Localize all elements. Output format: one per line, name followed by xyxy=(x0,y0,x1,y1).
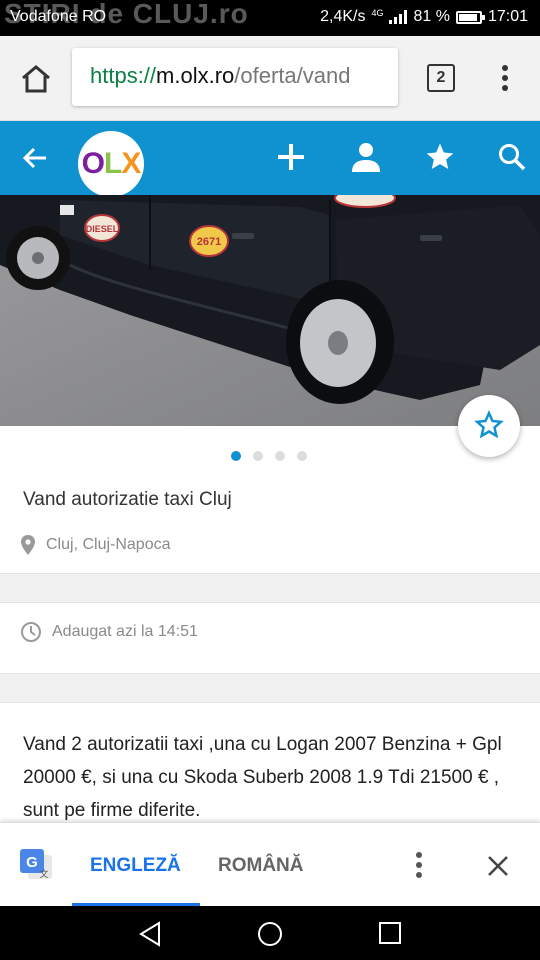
tabs-button[interactable]: 2 xyxy=(427,64,455,92)
google-translate-icon: G 文 xyxy=(20,849,52,879)
location-pin-icon xyxy=(21,535,35,555)
svg-text:文: 文 xyxy=(39,868,48,879)
browser-toolbar: https://m.olx.ro/oferta/vand 2 xyxy=(0,36,540,121)
account-icon[interactable] xyxy=(351,141,381,173)
close-icon[interactable] xyxy=(486,854,510,878)
battery-icon xyxy=(455,10,485,24)
svg-text:G: G xyxy=(26,854,38,871)
url-bar[interactable]: https://m.olx.ro/oferta/vand xyxy=(72,48,398,106)
recents-nav-icon[interactable] xyxy=(379,922,401,944)
star-outline-icon xyxy=(474,410,504,439)
listing-description: Vand 2 autorizatii taxi ,una cu Logan 20… xyxy=(23,734,502,821)
sticker-number: 2671 xyxy=(197,236,221,248)
url-path: /oferta/vand xyxy=(234,63,351,88)
tab-romanian[interactable]: ROMÂNĂ xyxy=(218,855,304,877)
status-bar: STIRI de CLUJ.ro Vodafone RO 2,4K/s 4G 8… xyxy=(0,0,540,36)
listing-photo[interactable]: DIESEL 2671 xyxy=(0,195,540,426)
tab-english[interactable]: ENGLEZĂ xyxy=(90,855,181,877)
url-text: https://m.olx.ro/oferta/vand xyxy=(90,63,350,89)
gallery-pagination xyxy=(231,451,307,461)
search-icon[interactable] xyxy=(497,142,527,172)
listing-date: Adaugat azi la 14:51 xyxy=(20,621,198,643)
menu-dots-icon[interactable] xyxy=(495,64,515,92)
clock: 17:01 xyxy=(487,8,528,25)
back-nav-icon[interactable] xyxy=(138,921,162,947)
translate-menu-icon[interactable] xyxy=(411,851,427,879)
listing-title: Vand autorizatie taxi Cluj xyxy=(23,489,232,510)
olx-header: OLX xyxy=(0,121,540,197)
gallery-dot[interactable] xyxy=(253,451,263,461)
logo-letter-l: L xyxy=(104,147,122,180)
gallery-dot[interactable] xyxy=(275,451,285,461)
translate-bar: G 文 ENGLEZĂ ROMÂNĂ xyxy=(0,822,540,907)
star-icon[interactable] xyxy=(424,141,456,173)
signal-icon xyxy=(389,10,408,24)
system-nav-bar xyxy=(0,906,540,960)
logo-letter-o: O xyxy=(81,147,105,180)
add-icon[interactable] xyxy=(276,142,306,172)
location-text: Cluj, Cluj-Napoca xyxy=(46,536,171,553)
back-arrow-icon[interactable] xyxy=(22,146,48,170)
gallery-dot[interactable] xyxy=(297,451,307,461)
section-divider xyxy=(0,673,540,703)
url-host: m.olx.ro xyxy=(156,63,235,88)
gallery-dot[interactable] xyxy=(231,451,241,461)
carrier-name: Vodafone RO xyxy=(10,8,107,25)
olx-logo[interactable]: OLX xyxy=(78,131,144,197)
listing-location: Cluj, Cluj-Napoca xyxy=(20,534,171,556)
section-divider xyxy=(0,573,540,603)
sticker-diesel: DIESEL xyxy=(86,224,119,234)
network-speed: 2,4K/s xyxy=(320,8,366,25)
favorite-button[interactable] xyxy=(458,395,520,457)
logo-letter-x: X xyxy=(121,147,141,180)
battery-percent: 81 % xyxy=(413,8,450,25)
clock-icon xyxy=(21,622,41,642)
network-type: 4G xyxy=(371,8,384,18)
url-scheme: https:// xyxy=(90,63,157,88)
home-icon[interactable] xyxy=(20,64,52,94)
car-image: DIESEL 2671 xyxy=(0,195,540,426)
date-text: Adaugat azi la 14:51 xyxy=(52,623,198,640)
home-nav-icon[interactable] xyxy=(257,921,283,947)
